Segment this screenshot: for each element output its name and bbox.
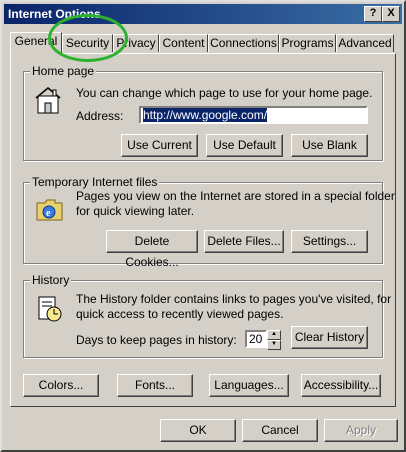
days-spinner[interactable]: ▲ ▼ (267, 330, 281, 350)
tab-advanced[interactable]: Advanced (336, 34, 394, 52)
close-button[interactable]: X (382, 6, 400, 22)
address-label: Address: (76, 109, 124, 123)
highlight-circle (48, 14, 128, 62)
home-page-group-title: Home page (30, 64, 97, 78)
temp-files-folder-icon: e (36, 199, 63, 221)
delete-files-button[interactable]: Delete Files... (204, 230, 284, 253)
days-to-keep-input[interactable]: 20 (245, 330, 267, 348)
address-value: http://www.google.com/ (143, 108, 268, 122)
spin-down-icon[interactable]: ▼ (267, 340, 281, 350)
tab-content[interactable]: Content (159, 34, 208, 52)
ok-button[interactable]: OK (160, 419, 236, 442)
svg-text:e: e (46, 208, 51, 219)
tab-connections[interactable]: Connections (208, 34, 279, 52)
home-page-description: You can change which page to use for you… (76, 86, 373, 100)
address-input[interactable]: http://www.google.com/ (139, 106, 368, 124)
colors-button[interactable]: Colors... (23, 374, 99, 397)
spin-up-icon[interactable]: ▲ (267, 330, 281, 340)
home-page-icon (35, 87, 61, 114)
days-to-keep-label: Days to keep pages in history: (76, 333, 237, 347)
settings-button[interactable]: Settings... (291, 230, 368, 253)
tab-programs[interactable]: Programs (279, 34, 336, 52)
temp-files-group-title: Temporary Internet files (30, 175, 160, 189)
use-default-button[interactable]: Use Default (206, 134, 283, 157)
history-description-line1: The History folder contains links to pag… (76, 292, 392, 306)
use-blank-button[interactable]: Use Blank (291, 134, 368, 157)
history-icon (38, 296, 62, 322)
cancel-button[interactable]: Cancel (242, 419, 318, 442)
help-button[interactable]: ? (364, 6, 382, 22)
languages-button[interactable]: Languages... (209, 374, 289, 397)
temp-files-description-line1: Pages you view on the Internet are store… (76, 189, 395, 203)
history-description-line2: quick access to recently viewed pages. (76, 307, 284, 321)
internet-options-window: Internet Options ? X General Security Pr… (0, 0, 406, 452)
general-tab-panel: Home page You can change which page to u… (10, 53, 396, 407)
history-group-title: History (30, 273, 72, 287)
temp-files-description-line2: for quick viewing later. (76, 204, 195, 218)
fonts-button[interactable]: Fonts... (117, 374, 193, 397)
apply-button[interactable]: Apply (324, 419, 398, 442)
accessibility-button[interactable]: Accessibility... (301, 374, 381, 397)
delete-cookies-button[interactable]: Delete Cookies... (106, 230, 198, 269)
use-current-button[interactable]: Use Current (121, 134, 198, 157)
clear-history-button[interactable]: Clear History (291, 326, 368, 349)
